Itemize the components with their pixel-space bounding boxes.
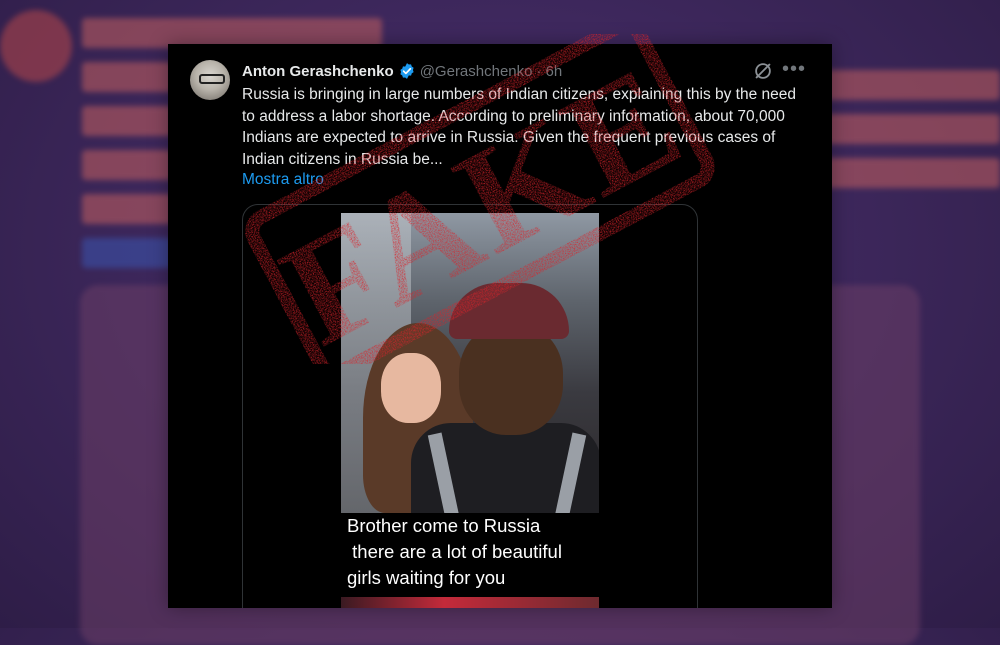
author-handle[interactable]: @Gerashchenko [420,63,533,80]
video-person-man-cap [449,283,569,339]
avatar-glasses [199,74,225,84]
background-line [82,62,172,92]
background-line [82,194,172,224]
background-line [810,158,1000,188]
avatar[interactable] [190,60,230,100]
background-line [810,114,1000,144]
tweet-time[interactable]: 6h [546,63,563,80]
show-more-link[interactable]: Mostra altro [242,171,324,189]
separator: · [536,62,542,80]
video-caption: Brother come to Russia there are a lot o… [347,515,562,588]
video-person-woman-face [381,353,441,423]
author-name[interactable]: Anton Gerashchenko [242,63,394,80]
tweet-header: Anton Gerashchenko @Gerashchenko · 6h [242,60,562,82]
verified-badge-icon [398,62,416,80]
background-avatar [0,10,72,82]
background-line [82,150,172,180]
background-line [810,70,1000,100]
video-bottom-strip [341,597,599,608]
background-line [82,106,172,136]
tweet-media[interactable]: Brother come to Russia there are a lot o… [242,204,698,608]
grok-icon[interactable] [752,60,774,82]
tweet-text: Russia is bringing in large numbers of I… [242,86,797,168]
tweet-card[interactable]: Anton Gerashchenko @Gerashchenko · 6h ••… [168,44,832,608]
more-options-icon[interactable]: ••• [782,58,806,80]
background-line [82,238,172,268]
video-person-man-face [459,323,563,435]
video-thumbnail[interactable] [341,213,599,513]
